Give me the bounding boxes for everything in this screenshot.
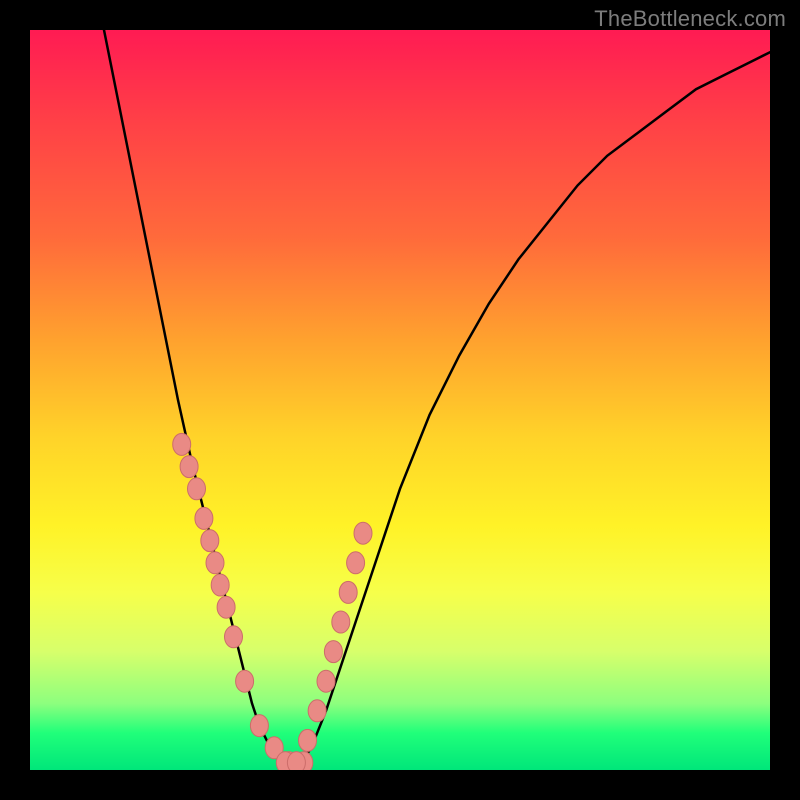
curve-marker [188,478,206,500]
curve-marker [195,507,213,529]
curve-marker [324,641,342,663]
chart-stage: TheBottleneck.com [0,0,800,800]
curve-markers [173,433,372,770]
curve-marker [317,670,335,692]
bottleneck-curve [104,30,770,770]
curve-marker [217,596,235,618]
curve-marker [250,715,268,737]
curve-marker [339,581,357,603]
curve-marker [347,552,365,574]
curve-marker [308,700,326,722]
curve-marker [173,433,191,455]
curve-marker [236,670,254,692]
curve-marker [180,456,198,478]
watermark-text: TheBottleneck.com [594,6,786,32]
curve-marker [354,522,372,544]
curve-marker [287,752,305,770]
chart-svg [30,30,770,770]
curve-marker [211,574,229,596]
plot-area [30,30,770,770]
curve-marker [299,729,317,751]
curve-marker [206,552,224,574]
curve-marker [225,626,243,648]
curve-marker [201,530,219,552]
curve-marker [332,611,350,633]
